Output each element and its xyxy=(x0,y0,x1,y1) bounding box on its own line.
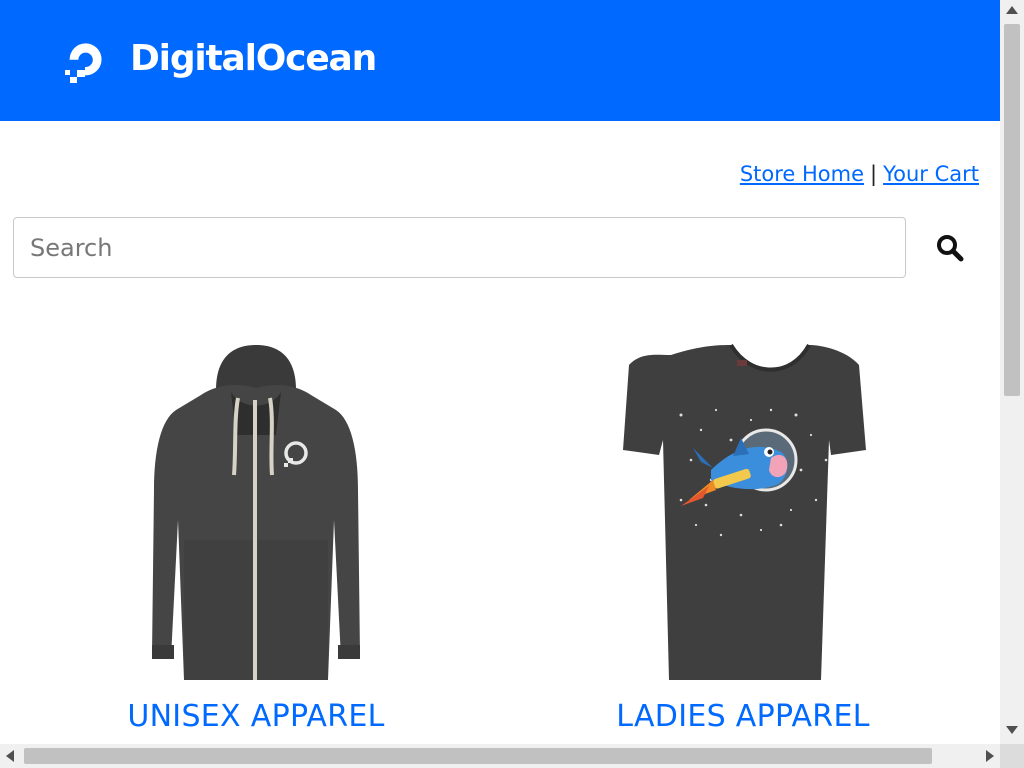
digitalocean-logo[interactable]: DigitalOcean xyxy=(64,34,377,88)
scroll-right-arrow-icon[interactable] xyxy=(986,750,994,762)
scrollbar-corner xyxy=(1000,744,1024,768)
link-separator: | xyxy=(870,162,878,186)
horizontal-scroll-thumb[interactable] xyxy=(24,748,932,764)
ladies-apparel-link[interactable]: LADIES APPAREL xyxy=(503,699,983,734)
tshirt-image[interactable] xyxy=(621,340,866,685)
site-header: DigitalOcean xyxy=(0,0,1000,121)
logo-text: DigitalOcean xyxy=(130,38,377,79)
search-icon[interactable] xyxy=(934,232,966,264)
scroll-down-arrow-icon[interactable] xyxy=(1006,726,1018,734)
page: DigitalOcean Store Home | Your Cart Sear… xyxy=(0,0,1000,744)
scroll-up-arrow-icon[interactable] xyxy=(1006,6,1018,14)
product-card-unisex[interactable]: UNISEX APPAREL xyxy=(16,340,496,734)
horizontal-scrollbar[interactable] xyxy=(0,744,1000,768)
vertical-scrollbar[interactable] xyxy=(1000,0,1024,744)
hoodie-image[interactable] xyxy=(146,340,366,685)
digitalocean-logo-icon xyxy=(65,43,102,84)
unisex-apparel-link[interactable]: UNISEX APPAREL xyxy=(16,699,496,734)
scroll-left-arrow-icon[interactable] xyxy=(6,750,14,762)
vertical-scroll-thumb[interactable] xyxy=(1004,24,1020,396)
search-input[interactable] xyxy=(13,217,906,278)
product-card-ladies[interactable]: LADIES APPAREL xyxy=(503,340,983,734)
store-home-link[interactable]: Store Home xyxy=(740,162,864,186)
your-cart-link[interactable]: Your Cart xyxy=(883,162,979,186)
top-links: Store Home | Your Cart xyxy=(740,162,979,186)
